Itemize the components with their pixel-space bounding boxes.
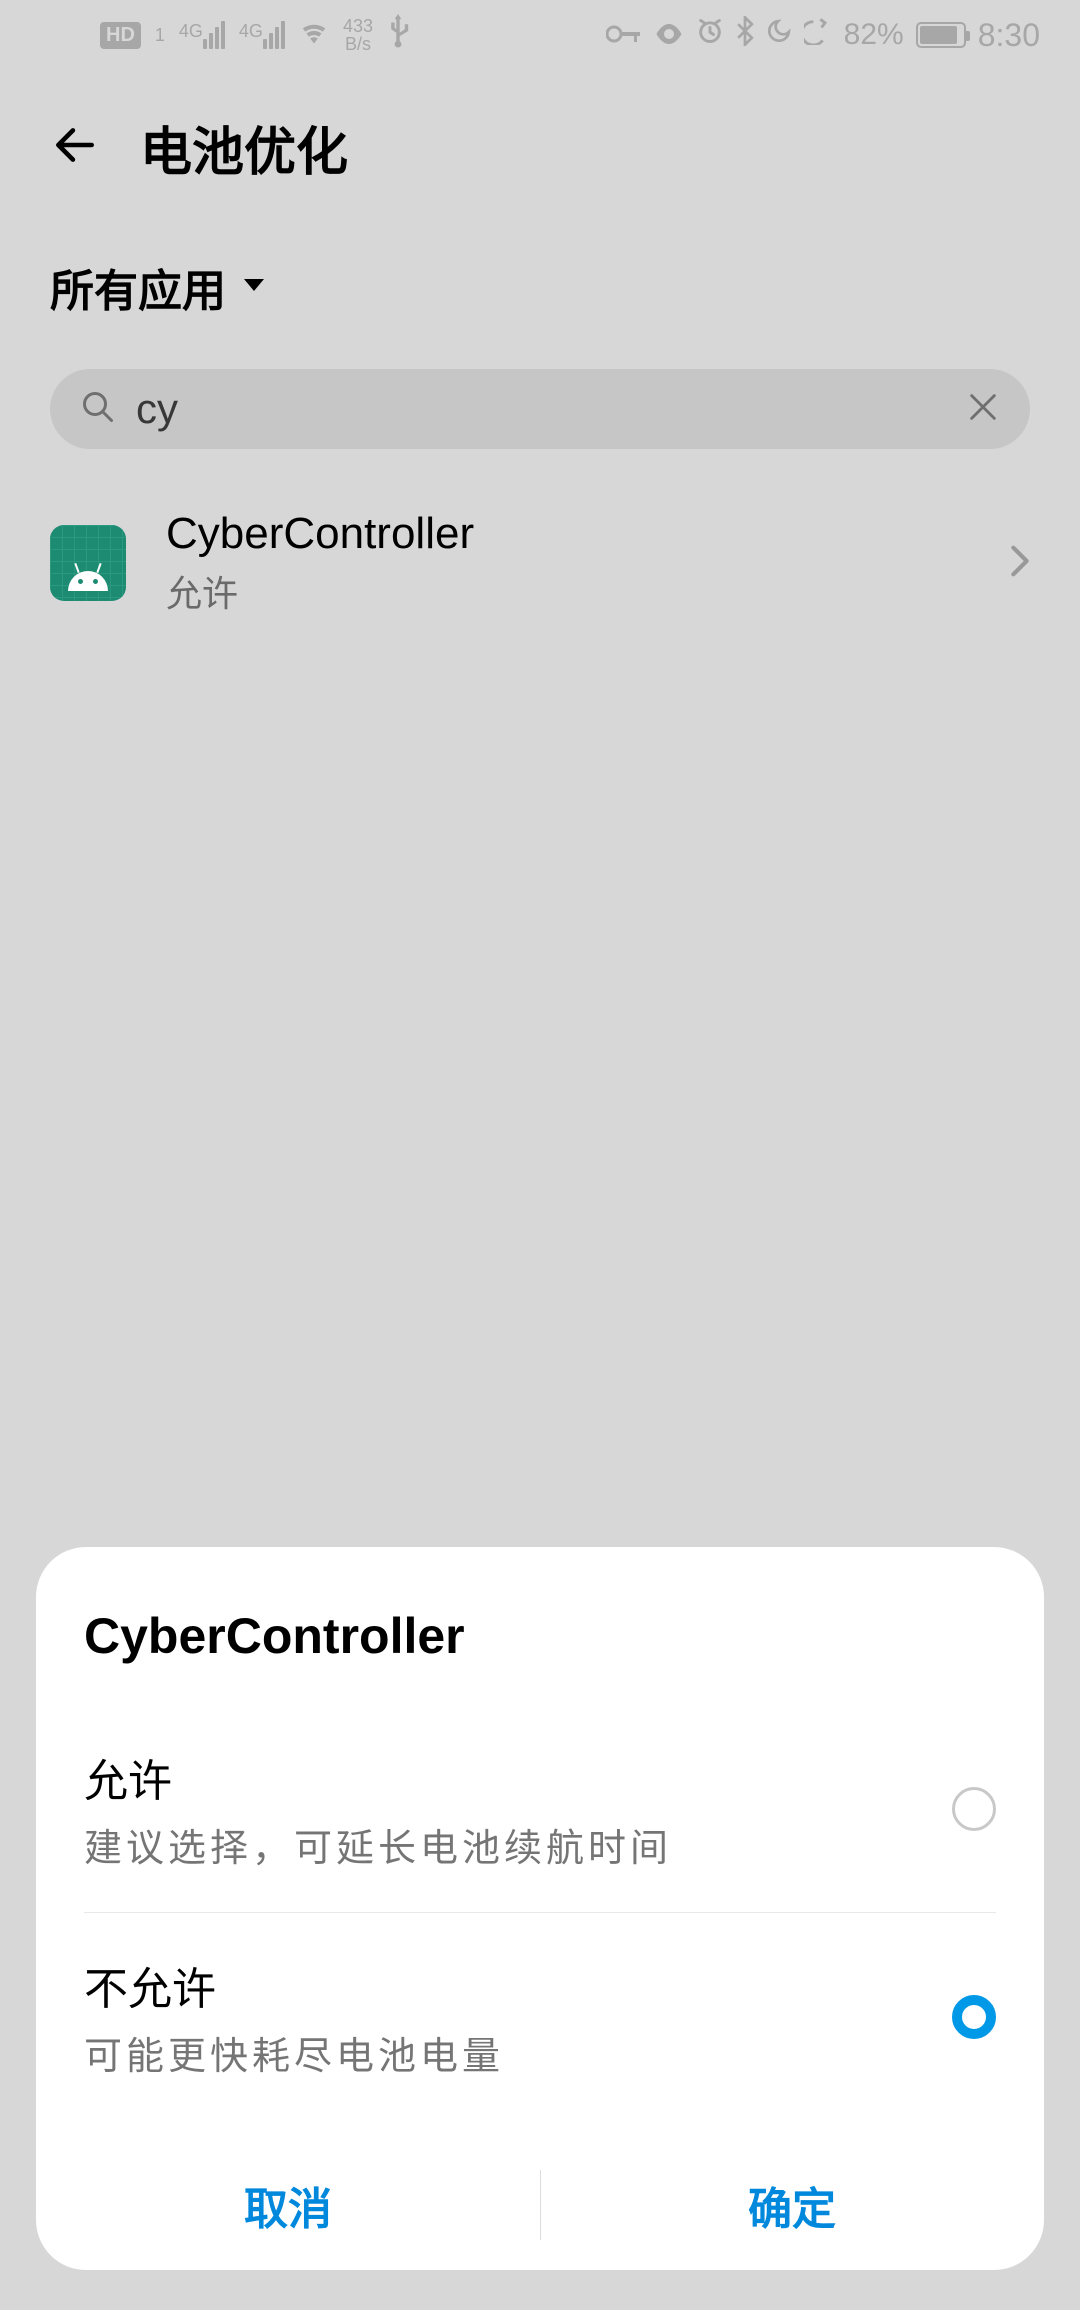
- search-input[interactable]: cy: [50, 369, 1030, 449]
- clear-icon[interactable]: [966, 390, 1000, 429]
- one-icon: 1: [155, 25, 165, 46]
- alarm-icon: [696, 17, 724, 53]
- dialog-buttons: 取消 确定: [36, 2140, 1044, 2270]
- data-icon: [804, 17, 832, 53]
- moon-icon: [766, 18, 792, 52]
- signal-1: 4G: [179, 21, 225, 49]
- eye-icon: [654, 18, 684, 52]
- radio-selected-icon: [952, 1995, 996, 2039]
- key-icon: [606, 18, 642, 52]
- status-left: HD 1 4G 4G 433 B/s: [100, 14, 409, 56]
- battery-icon: [916, 22, 966, 48]
- app-name: CyberController: [166, 509, 970, 559]
- search-icon: [80, 389, 116, 430]
- confirm-button[interactable]: 确定: [540, 2140, 1044, 2270]
- app-list-item[interactable]: CyberController 允许: [0, 469, 1080, 657]
- header: 电池优化: [0, 70, 1080, 215]
- search-text: cy: [136, 385, 946, 433]
- battery-percent: 82%: [844, 18, 904, 52]
- signal-2: 4G: [239, 21, 285, 49]
- filter-label: 所有应用: [50, 255, 226, 319]
- option-deny-desc: 可能更快耗尽电池电量: [84, 2025, 922, 2080]
- chevron-right-icon: [1010, 544, 1030, 583]
- option-allow-desc: 建议选择，可延长电池续航时间: [84, 1817, 922, 1872]
- speed-indicator: 433 B/s: [343, 17, 373, 53]
- usb-icon: [387, 14, 409, 56]
- option-allow-label: 允许: [84, 1745, 922, 1809]
- radio-unselected-icon: [952, 1787, 996, 1831]
- chevron-down-icon: [242, 277, 266, 298]
- clock-time: 8:30: [978, 17, 1040, 54]
- hd-icon: HD: [100, 22, 141, 49]
- option-allow[interactable]: 允许 建议选择，可延长电池续航时间: [36, 1705, 1044, 1912]
- app-status: 允许: [166, 565, 970, 617]
- option-deny[interactable]: 不允许 可能更快耗尽电池电量: [84, 1912, 996, 2120]
- dialog-title: CyberController: [36, 1607, 1044, 1705]
- status-bar: HD 1 4G 4G 433 B/s: [0, 0, 1080, 70]
- page-title: 电池优化: [140, 110, 348, 185]
- app-item-text: CyberController 允许: [166, 509, 970, 617]
- back-icon[interactable]: [50, 120, 100, 175]
- bluetooth-icon: [736, 16, 754, 54]
- options-dialog: CyberController 允许 建议选择，可延长电池续航时间 不允许 可能…: [36, 1547, 1044, 2270]
- status-right: 82% 8:30: [606, 16, 1040, 54]
- cancel-button[interactable]: 取消: [36, 2140, 540, 2270]
- option-deny-label: 不允许: [84, 1953, 922, 2017]
- app-icon: [50, 525, 126, 601]
- filter-dropdown[interactable]: 所有应用: [0, 215, 1080, 349]
- wifi-icon: [299, 18, 329, 52]
